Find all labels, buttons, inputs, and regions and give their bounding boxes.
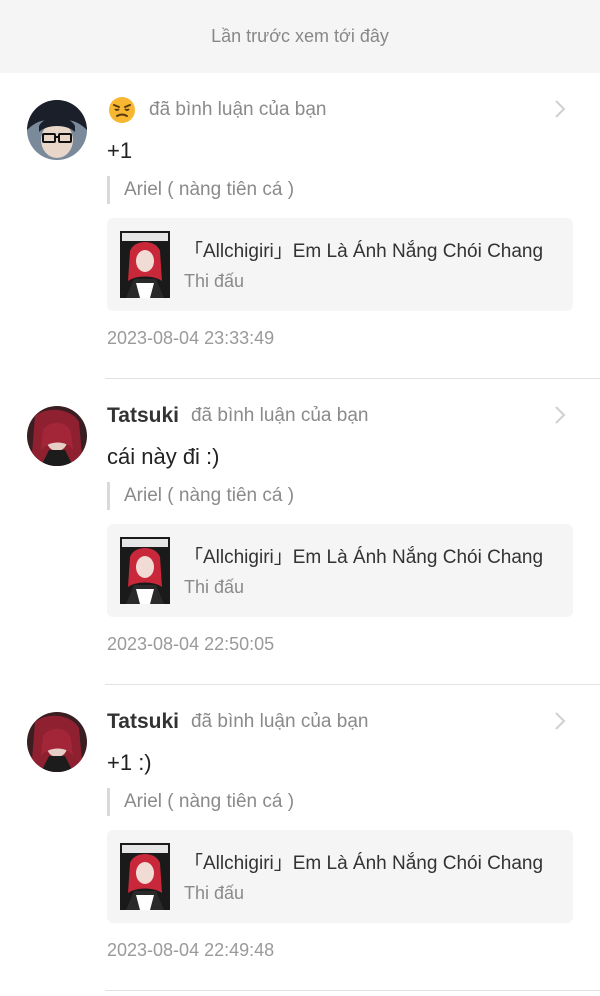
story-title: 「Allchigiri」Em Là Ánh Nắng Chói Chang <box>184 241 544 262</box>
action-text: đã bình luận của bạn <box>149 99 327 120</box>
notification-item[interactable]: Tatsuki đã bình luận của bạn cái này đi … <box>0 379 600 685</box>
chevron-right-icon[interactable] <box>554 711 566 731</box>
notification-item[interactable]: Tatsuki đã bình luận của bạn +1 :) Ariel… <box>0 685 600 991</box>
story-category: Thi đấu <box>184 883 245 903</box>
last-viewed-banner: Lần trước xem tới đây <box>0 0 600 73</box>
story-cover-image <box>120 537 170 604</box>
story-category: Thi đấu <box>184 271 245 291</box>
chevron-right-icon[interactable] <box>554 99 566 119</box>
quoted-comment: Ariel ( nàng tiên cá ) <box>107 482 294 510</box>
angry-emoji-icon <box>107 95 137 125</box>
avatar[interactable] <box>27 100 87 160</box>
username[interactable]: Tatsuki <box>107 710 179 734</box>
story-cover-image <box>120 231 170 298</box>
notification-list: đã bình luận của bạn +1 Ariel ( nàng tiê… <box>0 73 600 991</box>
comment-text: +1 <box>107 138 133 163</box>
story-title: 「Allchigiri」Em Là Ánh Nắng Chói Chang <box>184 853 544 874</box>
last-viewed-text: Lần trước xem tới đây <box>211 26 389 46</box>
comment-text: +1 :) <box>107 750 152 775</box>
story-card[interactable]: 「Allchigiri」Em Là Ánh Nắng Chói Chang Th… <box>107 218 573 311</box>
timestamp: 2023-08-04 22:50:05 <box>107 634 275 654</box>
avatar[interactable] <box>27 712 87 772</box>
quoted-comment: Ariel ( nàng tiên cá ) <box>107 788 294 816</box>
timestamp: 2023-08-04 22:49:48 <box>107 940 275 960</box>
story-category: Thi đấu <box>184 577 245 597</box>
story-title: 「Allchigiri」Em Là Ánh Nắng Chói Chang <box>184 547 544 568</box>
chevron-right-icon[interactable] <box>554 405 566 425</box>
timestamp: 2023-08-04 23:33:49 <box>107 328 275 348</box>
action-text: đã bình luận của bạn <box>190 711 369 732</box>
notification-item[interactable]: đã bình luận của bạn +1 Ariel ( nàng tiê… <box>0 73 600 379</box>
username[interactable]: Tatsuki <box>107 404 179 428</box>
action-text: đã bình luận của bạn <box>190 405 369 426</box>
divider <box>105 990 600 991</box>
story-card[interactable]: 「Allchigiri」Em Là Ánh Nắng Chói Chang Th… <box>107 524 573 617</box>
notification-header: đã bình luận của bạn <box>107 95 327 125</box>
story-cover-image <box>120 843 170 910</box>
notification-header: Tatsuki đã bình luận của bạn <box>107 401 368 431</box>
avatar[interactable] <box>27 406 87 466</box>
quoted-comment: Ariel ( nàng tiên cá ) <box>107 176 294 204</box>
comment-text: cái này đi :) <box>107 444 220 469</box>
notification-header: Tatsuki đã bình luận của bạn <box>107 707 368 737</box>
story-card[interactable]: 「Allchigiri」Em Là Ánh Nắng Chói Chang Th… <box>107 830 573 923</box>
